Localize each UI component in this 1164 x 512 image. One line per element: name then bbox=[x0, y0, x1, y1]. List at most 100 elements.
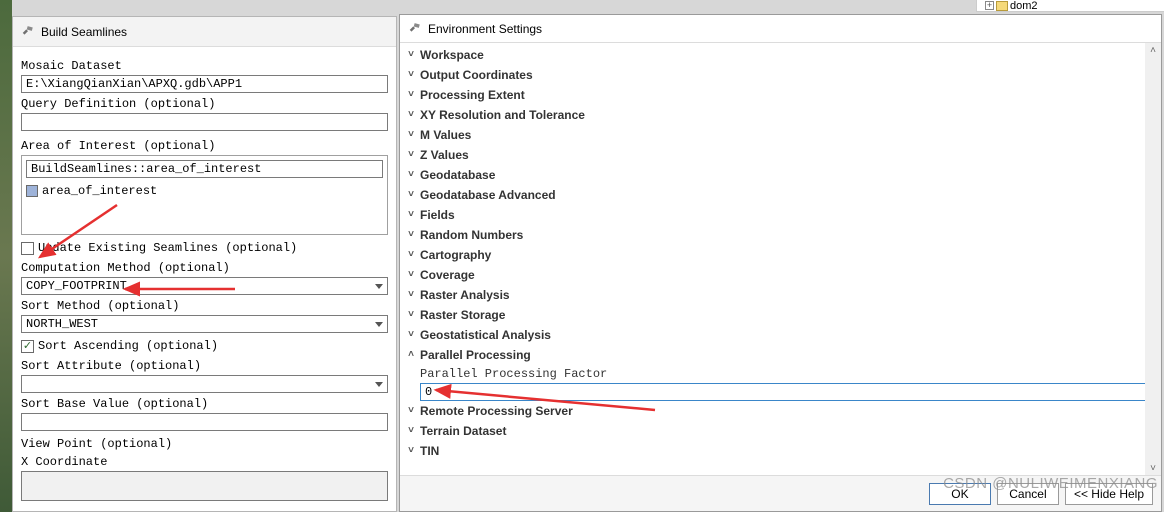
env-section-parallel-processing[interactable]: ˄Parallel Processing bbox=[406, 345, 1143, 365]
environment-settings-panel: Environment Settings ˅Workspace˅Output C… bbox=[399, 14, 1162, 512]
env-section-label: Z Values bbox=[420, 145, 469, 165]
update-seamlines-checkbox[interactable] bbox=[21, 242, 34, 255]
env-panel-title-text: Environment Settings bbox=[428, 15, 542, 43]
env-section-label: Remote Processing Server bbox=[420, 401, 573, 421]
env-section-label: Raster Analysis bbox=[420, 285, 510, 305]
aoi-layer-row[interactable]: area_of_interest bbox=[26, 182, 383, 200]
caret-down-icon: ˅ bbox=[406, 245, 416, 265]
chevron-down-icon bbox=[375, 284, 383, 289]
sort-ascending-checkbox[interactable]: ✓ bbox=[21, 340, 34, 353]
env-section-output-coordinates[interactable]: ˅Output Coordinates bbox=[406, 65, 1143, 85]
layer-swatch-icon bbox=[26, 185, 38, 197]
sort-method-value: NORTH_WEST bbox=[26, 317, 98, 331]
env-section-label: Coverage bbox=[420, 265, 475, 285]
env-section-geodatabase[interactable]: ˅Geodatabase bbox=[406, 165, 1143, 185]
env-section-label: Cartography bbox=[420, 245, 491, 265]
folder-icon bbox=[996, 1, 1008, 11]
viewpoint-label: View Point (optional) bbox=[21, 437, 388, 451]
caret-down-icon: ˅ bbox=[406, 105, 416, 125]
update-seamlines-checkbox-row[interactable]: Update Existing Seamlines (optional) bbox=[21, 241, 388, 255]
env-section-geostatistical-analysis[interactable]: ˅Geostatistical Analysis bbox=[406, 325, 1143, 345]
query-definition-input[interactable] bbox=[21, 113, 388, 131]
sort-method-label: Sort Method (optional) bbox=[21, 299, 388, 313]
env-section-m-values[interactable]: ˅M Values bbox=[406, 125, 1143, 145]
parallel-factor-label: Parallel Processing Factor bbox=[420, 367, 1143, 381]
caret-down-icon: ˅ bbox=[406, 125, 416, 145]
hammer-icon bbox=[21, 25, 35, 39]
env-section-cartography[interactable]: ˅Cartography bbox=[406, 245, 1143, 265]
env-section-coverage[interactable]: ˅Coverage bbox=[406, 265, 1143, 285]
caret-down-icon: ˅ bbox=[406, 285, 416, 305]
scroll-up-icon[interactable]: ˄ bbox=[1146, 43, 1160, 57]
panel-title-text: Build Seamlines bbox=[41, 17, 127, 47]
env-section-label: Random Numbers bbox=[420, 225, 523, 245]
env-section-label: XY Resolution and Tolerance bbox=[420, 105, 585, 125]
env-section-tin[interactable]: ˅TIN bbox=[406, 441, 1143, 461]
ok-button[interactable]: OK bbox=[929, 483, 991, 505]
env-section-geodatabase-advanced[interactable]: ˅Geodatabase Advanced bbox=[406, 185, 1143, 205]
caret-up-icon: ˄ bbox=[406, 345, 416, 365]
env-footer: OK Cancel << Hide Help bbox=[400, 475, 1161, 511]
caret-down-icon: ˅ bbox=[406, 65, 416, 85]
env-section-xy-resolution-and-tolerance[interactable]: ˅XY Resolution and Tolerance bbox=[406, 105, 1143, 125]
x-coordinate-input[interactable] bbox=[21, 471, 388, 501]
env-section-processing-extent[interactable]: ˅Processing Extent bbox=[406, 85, 1143, 105]
env-section-random-numbers[interactable]: ˅Random Numbers bbox=[406, 225, 1143, 245]
environment-settings-title-bar: Environment Settings bbox=[400, 15, 1161, 43]
env-section-terrain-dataset[interactable]: ˅Terrain Dataset bbox=[406, 421, 1143, 441]
env-section-label: Raster Storage bbox=[420, 305, 505, 325]
sort-ascending-checkbox-row[interactable]: ✓ Sort Ascending (optional) bbox=[21, 339, 388, 353]
expand-icon[interactable]: + bbox=[985, 1, 994, 10]
aoi-label: Area of Interest (optional) bbox=[21, 139, 388, 153]
sort-attribute-select[interactable] bbox=[21, 375, 388, 393]
environment-settings-body: ˅Workspace˅Output Coordinates˅Processing… bbox=[400, 43, 1161, 475]
caret-down-icon: ˅ bbox=[406, 325, 416, 345]
caret-down-icon: ˅ bbox=[406, 145, 416, 165]
computation-method-label: Computation Method (optional) bbox=[21, 261, 388, 275]
scroll-down-icon[interactable]: ˅ bbox=[1146, 461, 1160, 475]
env-section-label: Processing Extent bbox=[420, 85, 525, 105]
sort-attribute-label: Sort Attribute (optional) bbox=[21, 359, 388, 373]
hammer-icon bbox=[408, 22, 422, 36]
caret-down-icon: ˅ bbox=[406, 185, 416, 205]
parallel-factor-input[interactable] bbox=[420, 383, 1146, 401]
cancel-button[interactable]: Cancel bbox=[997, 483, 1059, 505]
env-section-label: Geostatistical Analysis bbox=[420, 325, 551, 345]
build-seamlines-title-bar: Build Seamlines bbox=[13, 17, 396, 47]
aoi-path-display[interactable]: BuildSeamlines::area_of_interest bbox=[26, 160, 383, 178]
env-section-label: M Values bbox=[420, 125, 471, 145]
caret-down-icon: ˅ bbox=[406, 85, 416, 105]
toc-node-label: dom2 bbox=[1010, 0, 1038, 12]
sort-ascending-label: Sort Ascending (optional) bbox=[38, 339, 218, 353]
mosaic-dataset-input[interactable] bbox=[21, 75, 388, 93]
env-section-label: Terrain Dataset bbox=[420, 421, 506, 441]
map-background bbox=[0, 0, 12, 512]
query-definition-label: Query Definition (optional) bbox=[21, 97, 388, 111]
caret-down-icon: ˅ bbox=[406, 401, 416, 421]
aoi-groupbox: BuildSeamlines::area_of_interest area_of… bbox=[21, 155, 388, 235]
build-seamlines-panel: Build Seamlines Mosaic Dataset Query Def… bbox=[12, 16, 397, 512]
scrollbar[interactable]: ˄ ˅ bbox=[1145, 43, 1161, 475]
env-section-raster-storage[interactable]: ˅Raster Storage bbox=[406, 305, 1143, 325]
env-section-label: TIN bbox=[420, 441, 439, 461]
caret-down-icon: ˅ bbox=[406, 225, 416, 245]
update-seamlines-label: Update Existing Seamlines (optional) bbox=[38, 241, 297, 255]
hide-help-button[interactable]: << Hide Help bbox=[1065, 483, 1153, 505]
toc-node-dom2[interactable]: + dom2 bbox=[985, 0, 1038, 12]
caret-down-icon: ˅ bbox=[406, 45, 416, 65]
caret-down-icon: ˅ bbox=[406, 305, 416, 325]
env-section-remote-processing-server[interactable]: ˅Remote Processing Server bbox=[406, 401, 1143, 421]
env-section-label: Output Coordinates bbox=[420, 65, 533, 85]
computation-method-select[interactable]: COPY_FOOTPRINT bbox=[21, 277, 388, 295]
env-section-workspace[interactable]: ˅Workspace bbox=[406, 45, 1143, 65]
chevron-down-icon bbox=[375, 322, 383, 327]
caret-down-icon: ˅ bbox=[406, 421, 416, 441]
env-section-z-values[interactable]: ˅Z Values bbox=[406, 145, 1143, 165]
sort-base-input[interactable] bbox=[21, 413, 388, 431]
mosaic-dataset-label: Mosaic Dataset bbox=[21, 59, 388, 73]
env-section-fields[interactable]: ˅Fields bbox=[406, 205, 1143, 225]
env-section-raster-analysis[interactable]: ˅Raster Analysis bbox=[406, 285, 1143, 305]
chevron-down-icon bbox=[375, 382, 383, 387]
caret-down-icon: ˅ bbox=[406, 441, 416, 461]
sort-method-select[interactable]: NORTH_WEST bbox=[21, 315, 388, 333]
